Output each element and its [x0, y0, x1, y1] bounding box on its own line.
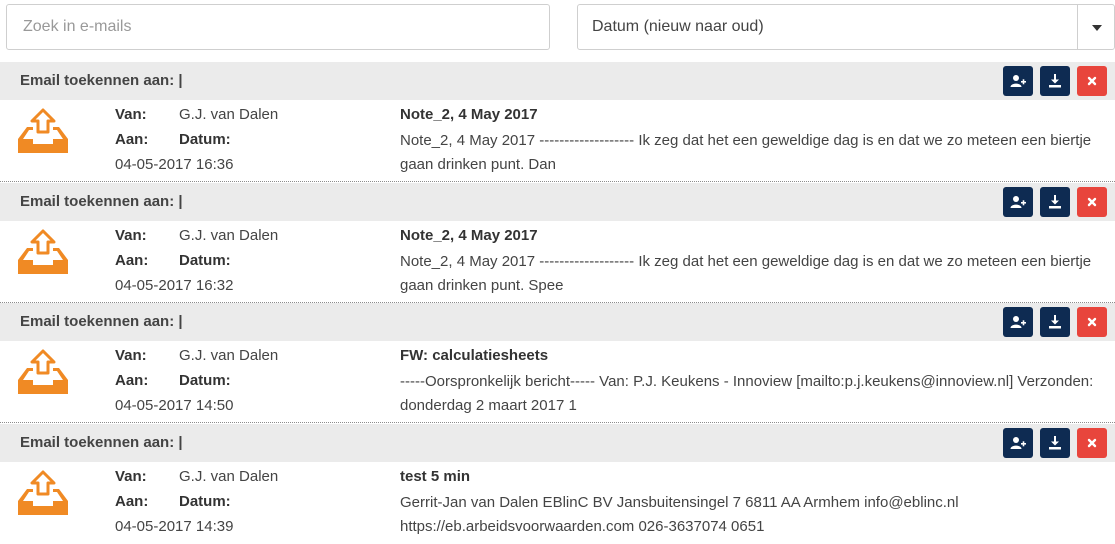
from-value: G.J. van Dalen: [179, 468, 278, 485]
delete-button[interactable]: [1077, 187, 1107, 217]
email-preview: Note_2, 4 May 2017 ------------------- I…: [400, 250, 1100, 300]
assign-bar: Email toekennen aan: |: [0, 424, 1115, 462]
download-button[interactable]: [1040, 66, 1070, 96]
close-icon: [1084, 194, 1100, 210]
email-subject: Note_2, 4 May 2017: [400, 106, 538, 123]
to-label: Aan:: [115, 372, 148, 389]
email-list: Email toekennen aan: |: [0, 62, 1115, 544]
email-item: Email toekennen aan: |: [0, 62, 1115, 183]
date-label: Datum:: [179, 493, 231, 510]
download-icon: [1047, 73, 1063, 89]
delete-button[interactable]: [1077, 428, 1107, 458]
email-item: Email toekennen aan: |: [0, 183, 1115, 304]
email-preview: -----Oorspronkelijk bericht----- Van: P.…: [400, 370, 1100, 420]
close-icon: [1084, 314, 1100, 330]
assign-user-button[interactable]: [1003, 307, 1033, 337]
assign-bar: Email toekennen aan: |: [0, 62, 1115, 100]
inbox-upload-icon: [16, 108, 70, 154]
user-plus-icon: [1010, 435, 1026, 451]
email-subject: Note_2, 4 May 2017: [400, 227, 538, 244]
delete-button[interactable]: [1077, 66, 1107, 96]
from-value: G.J. van Dalen: [179, 347, 278, 364]
sort-divider: [1077, 5, 1078, 49]
assign-label: Email toekennen aan: |: [20, 193, 183, 210]
search-input[interactable]: [6, 4, 550, 50]
assign-label: Email toekennen aan: |: [20, 72, 183, 89]
close-icon: [1084, 73, 1100, 89]
download-button[interactable]: [1040, 187, 1070, 217]
email-row[interactable]: Van: G.J. van Dalen Aan: Datum: 04-05-20…: [0, 462, 1115, 544]
chevron-down-icon[interactable]: [1092, 25, 1102, 31]
date-value: 04-05-2017 14:39: [115, 518, 233, 535]
assign-label: Email toekennen aan: |: [20, 434, 183, 451]
close-icon: [1084, 435, 1100, 451]
download-icon: [1047, 435, 1063, 451]
sort-select[interactable]: Datum (nieuw naar oud): [577, 4, 1115, 50]
user-plus-icon: [1010, 314, 1026, 330]
email-item: Email toekennen aan: |: [0, 424, 1115, 544]
email-row[interactable]: Van: G.J. van Dalen Aan: Datum: 04-05-20…: [0, 221, 1115, 303]
from-value: G.J. van Dalen: [179, 227, 278, 244]
from-label: Van:: [115, 227, 147, 244]
date-label: Datum:: [179, 252, 231, 269]
email-subject: test 5 min: [400, 468, 470, 485]
download-icon: [1047, 314, 1063, 330]
sort-selected-value: Datum (nieuw naar oud): [592, 18, 764, 36]
from-label: Van:: [115, 106, 147, 123]
email-row[interactable]: Van: G.J. van Dalen Aan: Datum: 04-05-20…: [0, 341, 1115, 423]
date-label: Datum:: [179, 372, 231, 389]
inbox-upload-icon: [16, 349, 70, 395]
delete-button[interactable]: [1077, 307, 1107, 337]
email-preview: Gerrit-Jan van Dalen EBlinC BV Jansbuite…: [400, 491, 1100, 541]
to-label: Aan:: [115, 252, 148, 269]
date-value: 04-05-2017 14:50: [115, 397, 233, 414]
inbox-upload-icon: [16, 229, 70, 275]
download-button[interactable]: [1040, 307, 1070, 337]
date-value: 04-05-2017 16:36: [115, 156, 233, 173]
email-item: Email toekennen aan: |: [0, 303, 1115, 424]
assign-bar: Email toekennen aan: |: [0, 303, 1115, 341]
from-label: Van:: [115, 347, 147, 364]
user-plus-icon: [1010, 73, 1026, 89]
assign-user-button[interactable]: [1003, 187, 1033, 217]
date-label: Datum:: [179, 131, 231, 148]
from-value: G.J. van Dalen: [179, 106, 278, 123]
email-row[interactable]: Van: G.J. van Dalen Aan: Datum: 04-05-20…: [0, 100, 1115, 182]
date-value: 04-05-2017 16:32: [115, 277, 233, 294]
assign-bar: Email toekennen aan: |: [0, 183, 1115, 221]
inbox-upload-icon: [16, 470, 70, 516]
email-preview: Note_2, 4 May 2017 ------------------- I…: [400, 129, 1100, 179]
toolbar: Datum (nieuw naar oud): [0, 0, 1115, 62]
to-label: Aan:: [115, 493, 148, 510]
download-icon: [1047, 194, 1063, 210]
download-button[interactable]: [1040, 428, 1070, 458]
from-label: Van:: [115, 468, 147, 485]
to-label: Aan:: [115, 131, 148, 148]
email-subject: FW: calculatiesheets: [400, 347, 548, 364]
assign-user-button[interactable]: [1003, 66, 1033, 96]
assign-label: Email toekennen aan: |: [20, 313, 183, 330]
assign-user-button[interactable]: [1003, 428, 1033, 458]
user-plus-icon: [1010, 194, 1026, 210]
